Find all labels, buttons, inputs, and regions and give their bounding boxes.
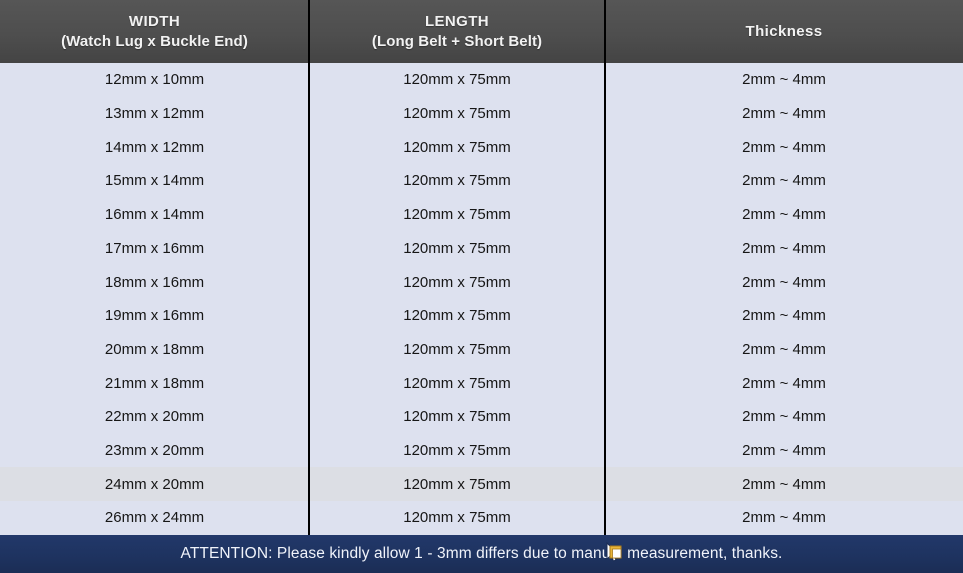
cell-thickness: 2mm ~ 4mm: [742, 206, 826, 224]
table-header-row: WIDTH (Watch Lug x Buckle End) LENGTH (L…: [0, 0, 963, 63]
cell-length: 120mm x 75mm: [403, 340, 511, 358]
cell-length: 120mm x 75mm: [403, 239, 511, 257]
table-row[interactable]: 16mm x 14mm 120mm x 75mm 2mm ~ 4mm: [0, 198, 963, 232]
cell-thickness: 2mm ~ 4mm: [742, 509, 826, 527]
cell-length: 120mm x 75mm: [403, 273, 511, 291]
cell-length: 120mm x 75mm: [403, 71, 511, 89]
cell-length: 120mm x 75mm: [403, 138, 511, 156]
table-row[interactable]: 22mm x 20mm 120mm x 75mm 2mm ~ 4mm: [0, 400, 963, 434]
table-row[interactable]: 24mm x 20mm 120mm x 75mm 2mm ~ 4mm: [0, 467, 963, 502]
cell-length: 120mm x 75mm: [403, 374, 511, 392]
cell-thickness: 2mm ~ 4mm: [742, 307, 826, 325]
cell-thickness: 2mm ~ 4mm: [742, 71, 826, 89]
attention-notice-text: ATTENTION: Please kindly allow 1 - 3mm d…: [180, 545, 783, 562]
cell-width: 13mm x 12mm: [104, 105, 205, 123]
table-row[interactable]: 19mm x 16mm 120mm x 75mm 2mm ~ 4mm: [0, 299, 963, 333]
table-row[interactable]: 23mm x 20mm 120mm x 75mm 2mm ~ 4mm: [0, 434, 963, 468]
cell-width: 15mm x 14mm: [104, 172, 205, 190]
cell-thickness: 2mm ~ 4mm: [742, 340, 826, 358]
cell-length: 120mm x 75mm: [403, 442, 511, 460]
table-row[interactable]: 12mm x 10mm 120mm x 75mm 2mm ~ 4mm: [0, 63, 963, 97]
cell-width: 20mm x 18mm: [104, 340, 205, 358]
cell-length: 120mm x 75mm: [403, 105, 511, 123]
cell-length: 120mm x 75mm: [403, 475, 511, 493]
table-row[interactable]: 13mm x 12mm 120mm x 75mm 2mm ~ 4mm: [0, 97, 963, 131]
attention-footer-bar: ATTENTION: Please kindly allow 1 - 3mm d…: [0, 535, 963, 573]
cell-thickness: 2mm ~ 4mm: [742, 172, 826, 190]
cell-thickness: 2mm ~ 4mm: [742, 105, 826, 123]
cell-width: 23mm x 20mm: [104, 442, 205, 460]
cell-width: 19mm x 16mm: [104, 307, 205, 325]
table-row[interactable]: 26mm x 24mm 120mm x 75mm 2mm ~ 4mm: [0, 501, 963, 535]
column-header-width-title: WIDTH: [128, 12, 181, 30]
cell-length: 120mm x 75mm: [403, 172, 511, 190]
cell-width: 22mm x 20mm: [104, 408, 205, 426]
cell-width: 12mm x 10mm: [104, 71, 205, 89]
cell-width: 26mm x 24mm: [104, 509, 205, 527]
table-row[interactable]: 15mm x 14mm 120mm x 75mm 2mm ~ 4mm: [0, 164, 963, 198]
table-row[interactable]: 17mm x 16mm 120mm x 75mm 2mm ~ 4mm: [0, 232, 963, 266]
cell-width: 16mm x 14mm: [104, 206, 205, 224]
table-body: 12mm x 10mm 120mm x 75mm 2mm ~ 4mm 13mm x 1…: [0, 63, 963, 535]
column-header-length-subtitle: (Long Belt + Short Belt): [371, 32, 543, 50]
column-header-thickness: Thickness: [605, 0, 963, 63]
cell-thickness: 2mm ~ 4mm: [742, 138, 826, 156]
cell-thickness: 2mm ~ 4mm: [742, 475, 826, 493]
table-row[interactable]: 20mm x 18mm 120mm x 75mm 2mm ~ 4mm: [0, 333, 963, 367]
cell-thickness: 2mm ~ 4mm: [742, 374, 826, 392]
cell-width: 24mm x 20mm: [104, 475, 205, 493]
column-header-width: WIDTH (Watch Lug x Buckle End): [0, 0, 309, 63]
column-header-thickness-title: Thickness: [745, 22, 823, 40]
column-header-width-subtitle: (Watch Lug x Buckle End): [61, 32, 248, 50]
table-row[interactable]: 18mm x 16mm 120mm x 75mm 2mm ~ 4mm: [0, 265, 963, 299]
table-row[interactable]: 14mm x 12mm 120mm x 75mm 2mm ~ 4mm: [0, 130, 963, 164]
cell-width: 17mm x 16mm: [104, 239, 205, 257]
column-header-length-title: LENGTH: [424, 12, 490, 30]
cell-width: 14mm x 12mm: [104, 138, 205, 156]
column-header-length: LENGTH (Long Belt + Short Belt): [309, 0, 605, 63]
cell-width: 21mm x 18mm: [104, 374, 205, 392]
cell-length: 120mm x 75mm: [403, 509, 511, 527]
table-row[interactable]: 21mm x 18mm 120mm x 75mm 2mm ~ 4mm: [0, 366, 963, 400]
cell-thickness: 2mm ~ 4mm: [742, 239, 826, 257]
cell-width: 18mm x 16mm: [104, 273, 205, 291]
cell-length: 120mm x 75mm: [403, 307, 511, 325]
cell-thickness: 2mm ~ 4mm: [742, 442, 826, 460]
cell-length: 120mm x 75mm: [403, 408, 511, 426]
cell-length: 120mm x 75mm: [403, 206, 511, 224]
watch-strap-size-chart: WIDTH (Watch Lug x Buckle End) LENGTH (L…: [0, 0, 963, 573]
cell-thickness: 2mm ~ 4mm: [742, 408, 826, 426]
cell-thickness: 2mm ~ 4mm: [742, 273, 826, 291]
